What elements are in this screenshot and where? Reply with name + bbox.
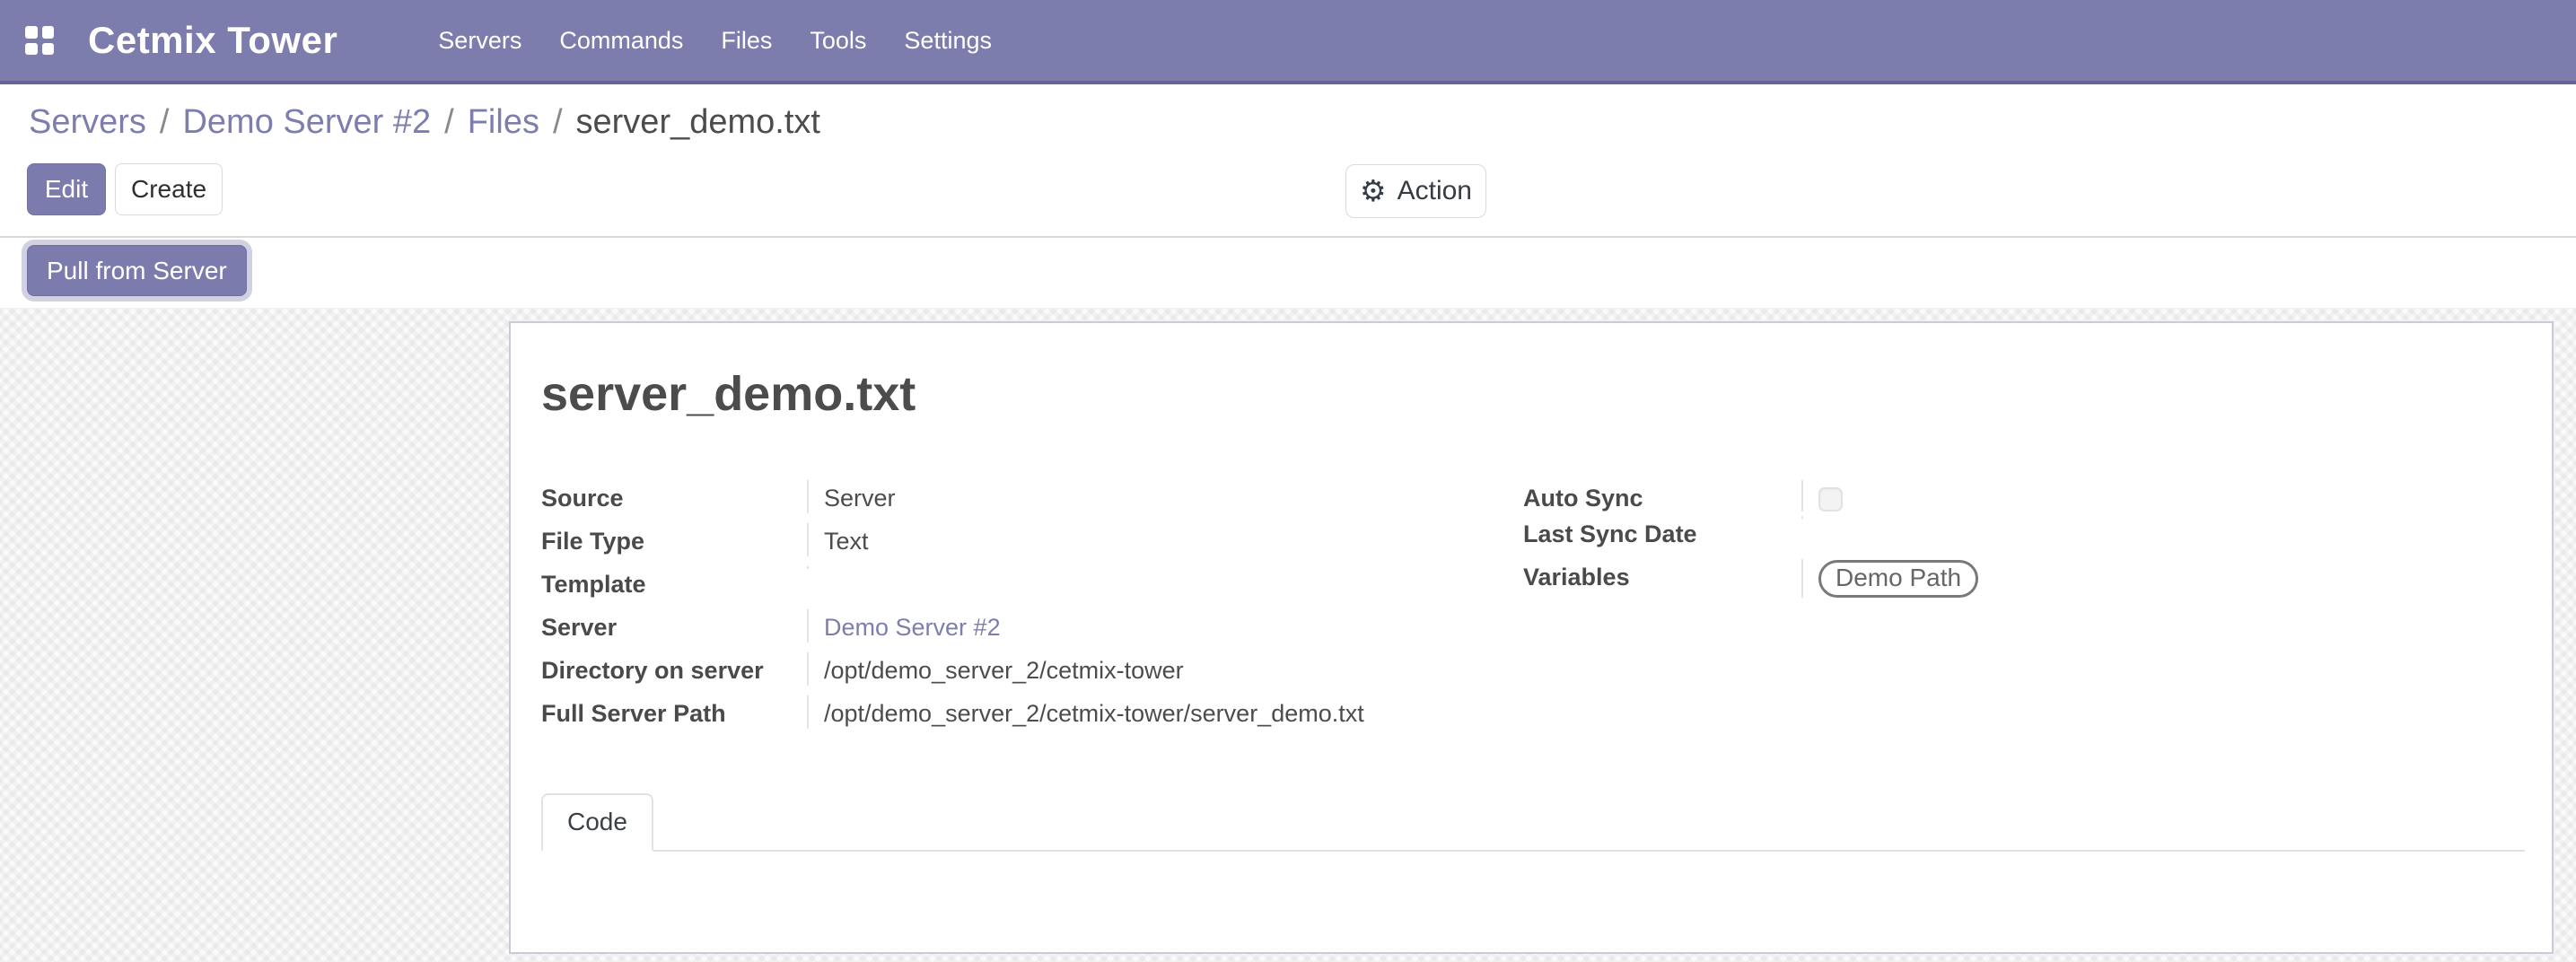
field-label: Auto Sync: [1523, 480, 1801, 513]
breadcrumb-links: Servers / Demo Server #2 / Files /: [29, 103, 576, 141]
field-value: Demo Server #2 Demo Server #2: [807, 609, 1523, 643]
brand-title[interactable]: Cetmix Tower: [88, 19, 337, 62]
apps-grid-dot: [42, 43, 55, 56]
field-label: Source: [541, 480, 807, 513]
field-value: [1801, 480, 2525, 512]
pull-from-server-button[interactable]: Pull from Server: [27, 245, 247, 296]
tab-code[interactable]: Code: [541, 793, 653, 852]
variable-tag: Demo Path: [1818, 560, 1978, 598]
action-button-label: Action: [1398, 176, 1472, 206]
field-label: Directory on server: [541, 652, 807, 686]
nav-item-commands[interactable]: Commands: [559, 0, 683, 83]
right-field-group: Auto Sync Last Sync Date: [1523, 480, 2525, 602]
breadcrumb-link[interactable]: Files: [468, 103, 539, 141]
field-row-auto-sync: Auto Sync: [1523, 480, 2525, 516]
breadcrumb-separator: /: [553, 103, 563, 141]
breadcrumb: Servers / Demo Server #2 / Files / server_demo…: [29, 102, 820, 142]
field-groups: Source Server Server File Type Text: [541, 480, 2525, 739]
nav-item-files[interactable]: Files: [721, 0, 772, 83]
edit-button[interactable]: Edit: [27, 163, 106, 215]
field-value-text[interactable]: /opt/demo_server_2/cetmix-tower: [824, 657, 1184, 684]
field-row-source: Source Server Server: [541, 480, 1523, 523]
create-button[interactable]: Create: [115, 163, 223, 215]
field-label: Variables: [1523, 559, 1801, 592]
breadcrumb-separator: /: [444, 103, 454, 141]
field-value: [807, 566, 1523, 569]
field-row-directory-on-server: Directory on server /opt/demo_server_2/c…: [541, 652, 1523, 695]
field-row-file-type: File Type Text Text: [541, 523, 1523, 566]
field-label: File Type: [541, 523, 807, 556]
nav-item-settings[interactable]: Settings: [904, 0, 992, 83]
field-value: /opt/demo_server_2/cetmix-tower/server_d…: [807, 695, 1523, 729]
field-value: Server Server: [807, 480, 1523, 513]
field-value: /opt/demo_server_2/cetmix-tower /opt/dem…: [807, 652, 1523, 686]
page-title: server_demo.txt: [541, 366, 916, 422]
app-window: Cetmix Tower ServersCommandsFilesToolsSe…: [0, 0, 2576, 962]
field-row-template: Template: [541, 566, 1523, 609]
field-value: Demo Path Demo Path: [1801, 559, 2525, 598]
action-button[interactable]: ⚙ Action: [1345, 164, 1486, 218]
field-label: Server: [541, 609, 807, 643]
field-row-variables: Variables Demo Path Demo Path: [1523, 559, 2525, 602]
notebook-tabs: Code: [541, 793, 2525, 852]
nav-item-servers[interactable]: Servers: [438, 0, 521, 83]
main-menu: Servers Commands Files Tools Settings: [438, 0, 992, 83]
field-label: Full Server Path: [541, 695, 807, 729]
field-value-text[interactable]: Server: [824, 485, 896, 512]
apps-grid-dot: [25, 43, 38, 56]
auto-sync-checkbox[interactable]: [1818, 487, 1843, 512]
apps-grid-icon[interactable]: [25, 26, 54, 55]
field-value-text[interactable]: /opt/demo_server_2/cetmix-tower/server_d…: [824, 700, 1364, 727]
breadcrumb-current: server_demo.txt: [576, 103, 820, 141]
nav-item-tools[interactable]: Tools: [810, 0, 866, 83]
field-value: Text Text: [807, 523, 1523, 556]
apps-grid-dot: [25, 26, 38, 39]
control-panel-divider: [0, 236, 2576, 238]
field-label: Template: [541, 566, 807, 599]
field-value: [1801, 516, 2525, 519]
form-background: server_demo.txt Source Server Server: [0, 308, 2576, 962]
breadcrumb-link[interactable]: Demo Server #2: [182, 103, 431, 141]
crumb-files: Files /: [468, 103, 576, 141]
field-row-last-sync-date: Last Sync Date: [1523, 516, 2525, 559]
field-row-full-server-path: Full Server Path /opt/demo_server_2/cetm…: [541, 695, 1523, 739]
form-sheet: server_demo.txt Source Server Server: [509, 321, 2554, 954]
crumb-servers: Servers /: [29, 103, 182, 141]
field-row-server: Server Demo Server #2 Demo Server #2: [541, 609, 1523, 652]
main-navbar: Cetmix Tower ServersCommandsFilesToolsSe…: [0, 0, 2576, 84]
breadcrumb-link[interactable]: Servers: [29, 103, 146, 141]
field-label: Last Sync Date: [1523, 516, 1801, 549]
field-value-text[interactable]: Text: [824, 528, 869, 555]
crumb-demo-server-2: Demo Server #2 /: [182, 103, 467, 141]
gear-icon: ⚙: [1360, 176, 1387, 206]
left-field-group: Source Server Server File Type Text: [541, 480, 1523, 739]
field-value-text[interactable]: Demo Server #2: [824, 614, 1001, 641]
apps-grid-dot: [42, 26, 55, 39]
breadcrumb-separator: /: [160, 103, 170, 141]
